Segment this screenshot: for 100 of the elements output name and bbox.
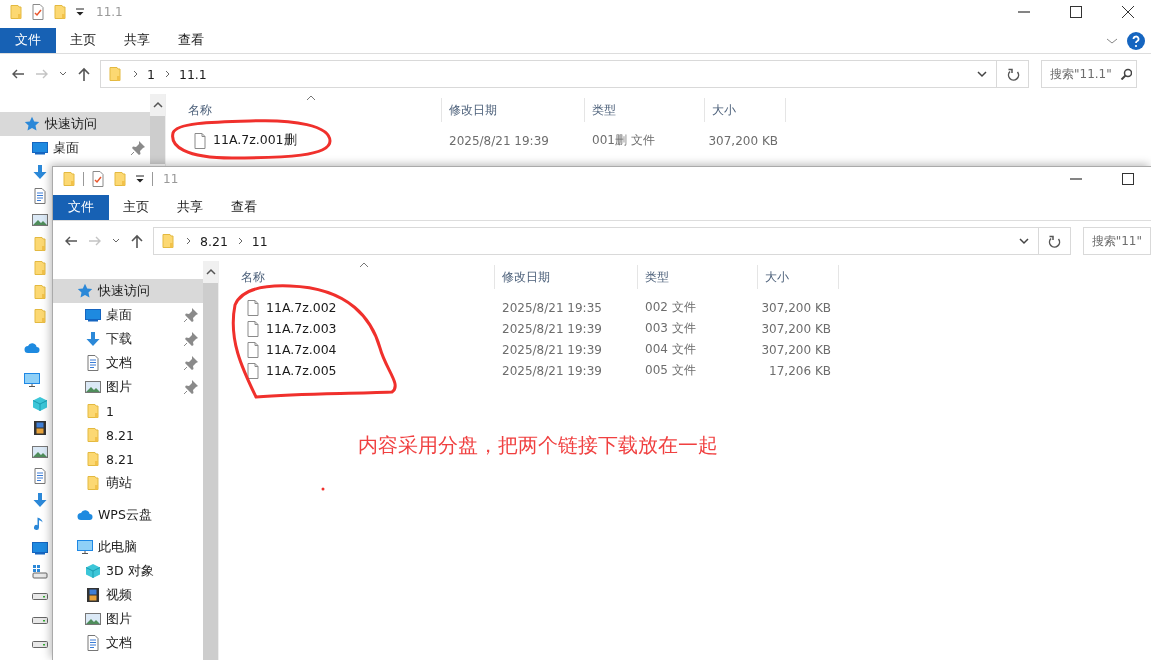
- file-size: 307,200 KB: [761, 321, 831, 336]
- folder-icon: [85, 451, 101, 467]
- column-header[interactable]: 类型: [638, 265, 758, 289]
- address-bar[interactable]: 1 11.1: [100, 60, 997, 88]
- cloud-icon: [77, 507, 93, 523]
- ribbon-tab[interactable]: 主页: [109, 195, 163, 220]
- search-field[interactable]: 搜索"11.1": [1041, 60, 1137, 88]
- folder-icon: [52, 4, 68, 20]
- address-dropdown-icon: [1017, 235, 1030, 247]
- file-icon: [192, 132, 208, 149]
- column-header[interactable]: 修改日期: [495, 265, 638, 289]
- scrollbar[interactable]: [150, 94, 165, 164]
- picture-file-icon: [85, 611, 101, 627]
- file-icon: [245, 299, 261, 316]
- file-type: 004 文件: [645, 342, 696, 356]
- cube-icon: [32, 396, 48, 412]
- folder-icon: [160, 233, 176, 249]
- star-icon: [24, 116, 40, 132]
- breadcrumb-item[interactable]: 8.21: [200, 233, 228, 249]
- refresh-button[interactable]: [997, 60, 1029, 88]
- file-type: 003 文件: [645, 321, 696, 335]
- search-field[interactable]: 搜索"11": [1082, 227, 1151, 255]
- sort-caret-icon: [359, 262, 369, 268]
- file-type: 002 文件: [645, 300, 696, 314]
- sidebar-item[interactable]: 视频: [53, 583, 203, 607]
- sidebar-item[interactable]: 文档: [53, 631, 203, 655]
- folder-icon: [85, 403, 101, 419]
- system-drive-icon: [32, 564, 48, 580]
- breadcrumb-item[interactable]: 11.1: [178, 66, 207, 82]
- file-type: 001删 文件: [592, 133, 655, 147]
- breadcrumb-item[interactable]: 1: [147, 66, 155, 82]
- download-arrow-icon: [32, 164, 48, 180]
- ribbon-tab[interactable]: 文件: [53, 195, 109, 220]
- sidebar-item[interactable]: 1: [53, 399, 203, 423]
- column-header[interactable]: 名称: [219, 265, 495, 289]
- folder-icon: [32, 236, 48, 252]
- annotation-text: 内容采用分盘，把两个链接下载放在一起: [358, 432, 718, 459]
- ribbon-tab[interactable]: 共享: [163, 195, 217, 220]
- sort-caret-icon: [306, 95, 316, 101]
- chevron-right-icon: [184, 236, 192, 246]
- sidebar-item[interactable]: 此电脑: [53, 535, 203, 559]
- column-header[interactable]: 大小: [758, 265, 839, 289]
- maximize-icon: [1068, 4, 1084, 20]
- sidebar-item[interactable]: 3D 对象: [53, 559, 203, 583]
- drive-icon: [32, 592, 48, 600]
- column-header[interactable]: 大小: [705, 98, 786, 122]
- maximize-icon: [1120, 171, 1136, 187]
- sidebar-item[interactable]: 下载: [53, 327, 203, 351]
- ribbon-tab[interactable]: 主页: [56, 28, 110, 53]
- column-header[interactable]: 修改日期: [442, 98, 585, 122]
- sidebar-item[interactable]: 桌面: [0, 136, 150, 160]
- file-size: 307,200 KB: [761, 342, 831, 357]
- download-arrow-icon: [85, 331, 101, 347]
- ribbon-tab[interactable]: 共享: [110, 28, 164, 53]
- customize-dropdown-icon: [74, 6, 86, 18]
- column-header[interactable]: 名称: [166, 98, 442, 122]
- computer-icon: [24, 372, 40, 388]
- file-size: 307,200 KB: [708, 133, 778, 148]
- sidebar-item[interactable]: 快速访问: [0, 112, 150, 136]
- sidebar-item[interactable]: 图片: [53, 375, 203, 399]
- column-header[interactable]: 类型: [585, 98, 705, 122]
- sidebar-item[interactable]: 8.21: [53, 447, 203, 471]
- file-icon: [245, 341, 261, 358]
- sidebar-item[interactable]: 图片: [53, 607, 203, 631]
- refresh-button[interactable]: [1038, 227, 1071, 255]
- folder-icon: [85, 427, 101, 443]
- modified-date: 2025/8/21 19:39: [502, 363, 602, 378]
- sidebar-item[interactable]: 萌站: [53, 471, 203, 495]
- properties-icon: [90, 171, 106, 187]
- file-name: 11A.7z.004: [266, 342, 337, 357]
- customize-dropdown-icon: [134, 173, 146, 185]
- minimize-icon: [1018, 11, 1030, 13]
- folder-icon: [107, 66, 123, 82]
- up-arrow-icon: [76, 66, 92, 82]
- window-title: 11.1: [96, 5, 123, 19]
- address-bar[interactable]: 8.21 11: [153, 227, 1039, 255]
- modified-date: 2025/8/21 19:39: [449, 133, 549, 148]
- download-arrow-icon: [32, 492, 48, 508]
- ribbon-tab[interactable]: 查看: [217, 195, 271, 220]
- picture-file-icon: [32, 444, 48, 460]
- picture-file-icon: [32, 212, 48, 228]
- sidebar-item[interactable]: 8.21: [53, 423, 203, 447]
- computer-icon: [77, 539, 93, 555]
- desktop-icon: [32, 540, 48, 556]
- file-name: 11A.7z.001删: [213, 132, 297, 149]
- star-icon: [77, 283, 93, 299]
- ribbon-tab[interactable]: 文件: [0, 28, 56, 53]
- desktop-icon: [85, 307, 101, 323]
- ribbon-tab[interactable]: 查看: [164, 28, 218, 53]
- refresh-icon: [1047, 234, 1062, 248]
- sidebar-item[interactable]: 文档: [53, 351, 203, 375]
- file-size: 307,200 KB: [761, 300, 831, 315]
- breadcrumb-item[interactable]: 11: [251, 233, 268, 249]
- drive-icon: [32, 640, 48, 648]
- sidebar-item[interactable]: 桌面: [53, 303, 203, 327]
- address-dropdown-icon: [976, 68, 988, 80]
- sidebar-item[interactable]: WPS云盘: [53, 503, 203, 527]
- minimize-icon: [1070, 178, 1082, 180]
- sidebar-item[interactable]: 快速访问: [53, 279, 203, 303]
- scrollbar[interactable]: [203, 261, 218, 660]
